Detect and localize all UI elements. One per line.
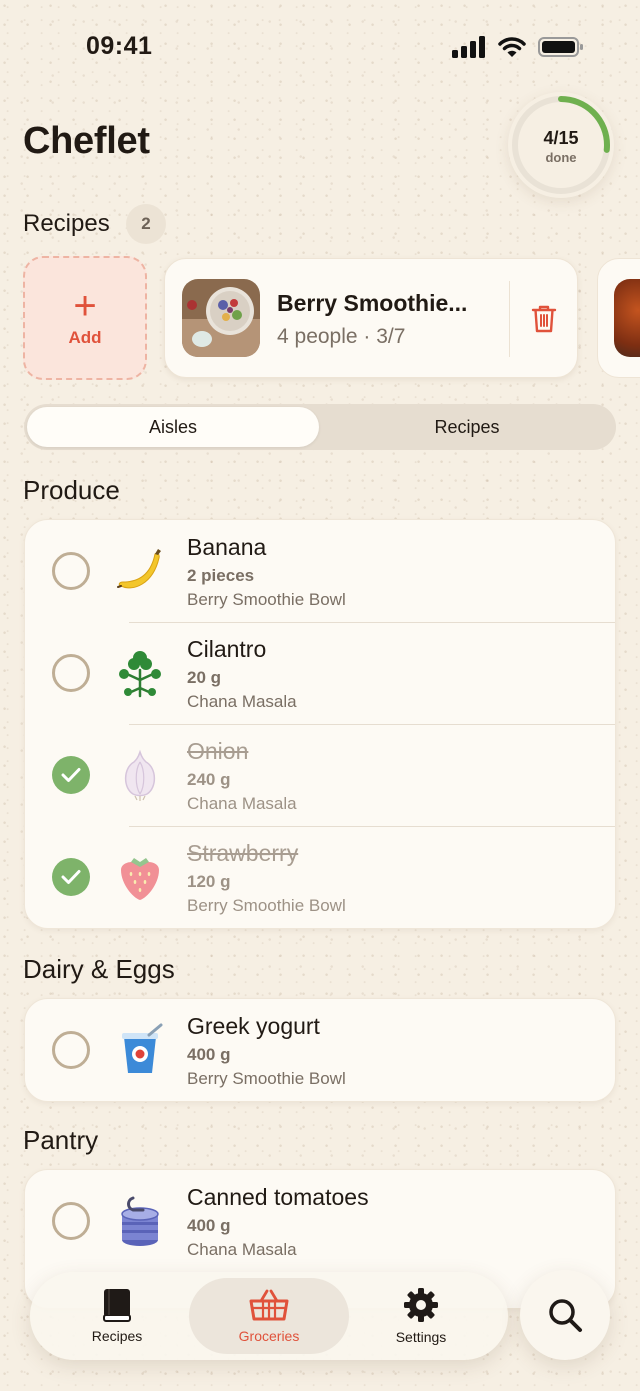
- cellular-signal-icon: [452, 36, 485, 58]
- item-name: Canned tomatoes: [187, 1184, 369, 1210]
- onion-icon: [124, 749, 156, 801]
- checkmark-icon: [61, 768, 81, 782]
- recipe-title: Berry Smoothie...: [277, 290, 468, 316]
- checkbox[interactable]: [52, 1031, 90, 1069]
- item-quantity: 120 g: [187, 872, 231, 891]
- herb-icon: [119, 651, 161, 698]
- item-source: Berry Smoothie Bowl: [187, 590, 346, 609]
- aisle-list-dairy: Greek yogurt 400 g Berry Smoothie Bowl: [24, 998, 616, 1102]
- item-quantity: 400 g: [187, 1216, 231, 1235]
- item-name: Greek yogurt: [187, 1013, 320, 1039]
- basket-icon: [249, 1289, 289, 1321]
- item-source: Chana Masala: [187, 1240, 297, 1259]
- list-item: Banana 2 pieces Berry Smoothie Bowl: [25, 520, 615, 622]
- yogurt-icon: [122, 1023, 163, 1073]
- progress-label: done: [545, 150, 577, 165]
- book-icon: [103, 1289, 131, 1322]
- list-item: Cilantro 20 g Chana Masala: [25, 622, 615, 724]
- item-source: Berry Smoothie Bowl: [187, 896, 346, 915]
- item-quantity: 240 g: [187, 770, 231, 789]
- add-recipe-button[interactable]: + Add: [23, 256, 147, 380]
- aisle-list-produce: Banana 2 pieces Berry Smoothie Bowl Cila…: [24, 519, 616, 929]
- item-name: Onion: [187, 738, 249, 764]
- recipe-card[interactable]: Berry Smoothie... 4 people · 3/7: [164, 258, 578, 378]
- plus-icon: +: [73, 284, 97, 328]
- item-source: Chana Masala: [187, 794, 297, 813]
- banana-icon: [117, 549, 161, 589]
- add-recipe-label: Add: [68, 328, 102, 347]
- tab-bar: Recipes Groceries Settings: [30, 1272, 508, 1360]
- battery-icon: [538, 37, 583, 57]
- item-quantity: 400 g: [187, 1045, 231, 1064]
- checkbox[interactable]: [52, 654, 90, 692]
- view-toggle: Aisles Recipes: [24, 404, 616, 450]
- item-name: Cilantro: [187, 636, 267, 662]
- progress-ring[interactable]: 4/15 done: [508, 92, 614, 198]
- tab-settings-nav[interactable]: Settings: [341, 1278, 501, 1354]
- tab-recipes[interactable]: Recipes: [321, 407, 613, 447]
- app-title: Cheflet: [23, 120, 150, 162]
- tab-groceries-nav[interactable]: Groceries: [189, 1278, 349, 1354]
- checkbox[interactable]: [52, 1202, 90, 1240]
- wifi-icon: [498, 37, 526, 57]
- item-name: Banana: [187, 534, 267, 560]
- tab-aisles[interactable]: Aisles: [27, 407, 319, 447]
- recipe-meta: 4 people · 3/7: [277, 325, 406, 348]
- item-name: Strawberry: [187, 840, 299, 866]
- checkbox[interactable]: [52, 552, 90, 590]
- item-source: Berry Smoothie Bowl: [187, 1069, 346, 1088]
- aisle-title-pantry: Pantry: [23, 1125, 99, 1155]
- tab-label: Groceries: [238, 1328, 300, 1344]
- aisle-title-dairy: Dairy & Eggs: [23, 954, 175, 984]
- checkbox-checked[interactable]: [52, 858, 90, 896]
- can-icon: [121, 1196, 159, 1246]
- list-item: Canned tomatoes 400 g Chana Masala: [25, 1170, 615, 1272]
- item-quantity: 2 pieces: [187, 566, 255, 585]
- tab-label: Settings: [395, 1329, 447, 1345]
- recipe-thumbnail: [182, 279, 260, 357]
- gear-icon: [404, 1288, 438, 1322]
- recipe-card-divider: [509, 281, 510, 357]
- search-button[interactable]: [520, 1270, 610, 1360]
- recipe-card-partial[interactable]: [597, 258, 640, 378]
- checkmark-icon: [61, 870, 81, 884]
- aisle-title-produce: Produce: [23, 475, 120, 505]
- recipe-thumbnail: [614, 279, 640, 357]
- status-time: 09:41: [86, 32, 153, 60]
- checkbox-checked[interactable]: [52, 756, 90, 794]
- strawberry-icon: [121, 858, 159, 900]
- search-icon: [549, 1299, 582, 1332]
- recipes-section-title: Recipes: [23, 210, 110, 237]
- progress-count: 4/15: [543, 128, 579, 148]
- tab-recipes-nav[interactable]: Recipes: [37, 1278, 197, 1354]
- list-item: Strawberry 120 g Berry Smoothie Bowl: [25, 826, 615, 928]
- list-item: Onion 240 g Chana Masala: [25, 724, 615, 826]
- item-source: Chana Masala: [187, 692, 297, 711]
- tab-label: Recipes: [91, 1328, 143, 1344]
- recipes-count-badge: 2: [126, 204, 166, 244]
- trash-icon[interactable]: [531, 304, 557, 334]
- status-icons: [452, 34, 584, 60]
- list-item: Greek yogurt 400 g Berry Smoothie Bowl: [25, 999, 615, 1101]
- item-quantity: 20 g: [187, 668, 222, 687]
